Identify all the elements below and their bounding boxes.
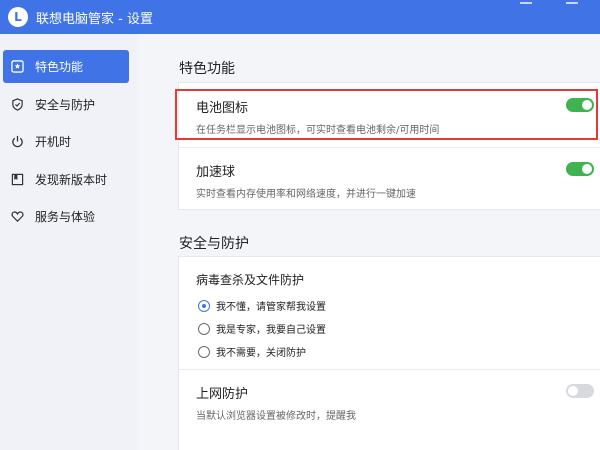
sidebar-item-label: 开机时 bbox=[35, 135, 72, 149]
section-title-featured: 特色功能 bbox=[179, 61, 235, 77]
sidebar-item-service[interactable]: 服务与体验 bbox=[3, 200, 129, 233]
web-protection-toggle[interactable] bbox=[566, 384, 594, 398]
window-title: 联想电脑管家 - 设置 bbox=[36, 11, 153, 27]
section-title-security: 安全与防护 bbox=[179, 236, 249, 252]
sidebar-item-label: 特色功能 bbox=[35, 60, 84, 74]
shield-icon bbox=[10, 98, 24, 112]
star-badge-icon bbox=[10, 60, 24, 74]
setting-description: 当默认浏览器设置被修改时，提醒我 bbox=[196, 411, 356, 422]
radio-button[interactable] bbox=[198, 299, 210, 312]
sidebar-item-label: 安全与防护 bbox=[35, 98, 96, 112]
security-card: 病毒查杀及文件防护 我不懂，请管家帮我设置 我是专家，我要自己设置 我不需要，关… bbox=[178, 256, 600, 450]
sidebar: 特色功能 安全与防护 开机时 发现新版本时 服务与体验 bbox=[0, 34, 138, 450]
speed-ball-toggle[interactable] bbox=[566, 162, 594, 176]
close-icon[interactable] bbox=[562, 0, 582, 8]
power-icon bbox=[10, 135, 24, 149]
radio-option-auto[interactable]: 我不懂，请管家帮我设置 bbox=[198, 298, 326, 313]
radio-label: 我是专家，我要自己设置 bbox=[216, 325, 326, 336]
setting-title: 上网防护 bbox=[196, 387, 249, 402]
antivirus-title: 病毒查杀及文件防护 bbox=[196, 273, 305, 287]
toggle-knob bbox=[568, 386, 578, 396]
radio-label: 我不需要，关闭防护 bbox=[216, 348, 306, 359]
heart-icon bbox=[10, 210, 24, 224]
setting-title: 加速球 bbox=[196, 165, 236, 180]
minimize-icon[interactable] bbox=[516, 0, 536, 8]
sidebar-item-featured[interactable]: 特色功能 bbox=[3, 50, 129, 83]
highlight-box bbox=[175, 89, 598, 140]
radio-button[interactable] bbox=[198, 322, 210, 335]
sidebar-item-new-version[interactable]: 发现新版本时 bbox=[3, 163, 129, 196]
radio-button[interactable] bbox=[198, 345, 210, 358]
sidebar-item-security[interactable]: 安全与防护 bbox=[3, 88, 129, 121]
setting-description: 实时查看内存使用率和网络速度，并进行一键加速 bbox=[196, 189, 416, 200]
sidebar-item-startup[interactable]: 开机时 bbox=[3, 125, 129, 158]
app-logo: L bbox=[8, 7, 28, 27]
toggle-knob bbox=[582, 164, 592, 174]
title-bar: L 联想电脑管家 - 设置 bbox=[0, 0, 600, 34]
radio-label: 我不懂，请管家帮我设置 bbox=[216, 302, 326, 313]
divider bbox=[179, 369, 600, 370]
radio-option-off[interactable]: 我不需要，关闭防护 bbox=[198, 344, 306, 359]
radio-option-expert[interactable]: 我是专家，我要自己设置 bbox=[198, 321, 326, 336]
sidebar-item-label: 服务与体验 bbox=[35, 210, 96, 224]
divider bbox=[179, 147, 600, 148]
sidebar-item-label: 发现新版本时 bbox=[35, 173, 108, 187]
bookmark-icon bbox=[10, 173, 24, 187]
